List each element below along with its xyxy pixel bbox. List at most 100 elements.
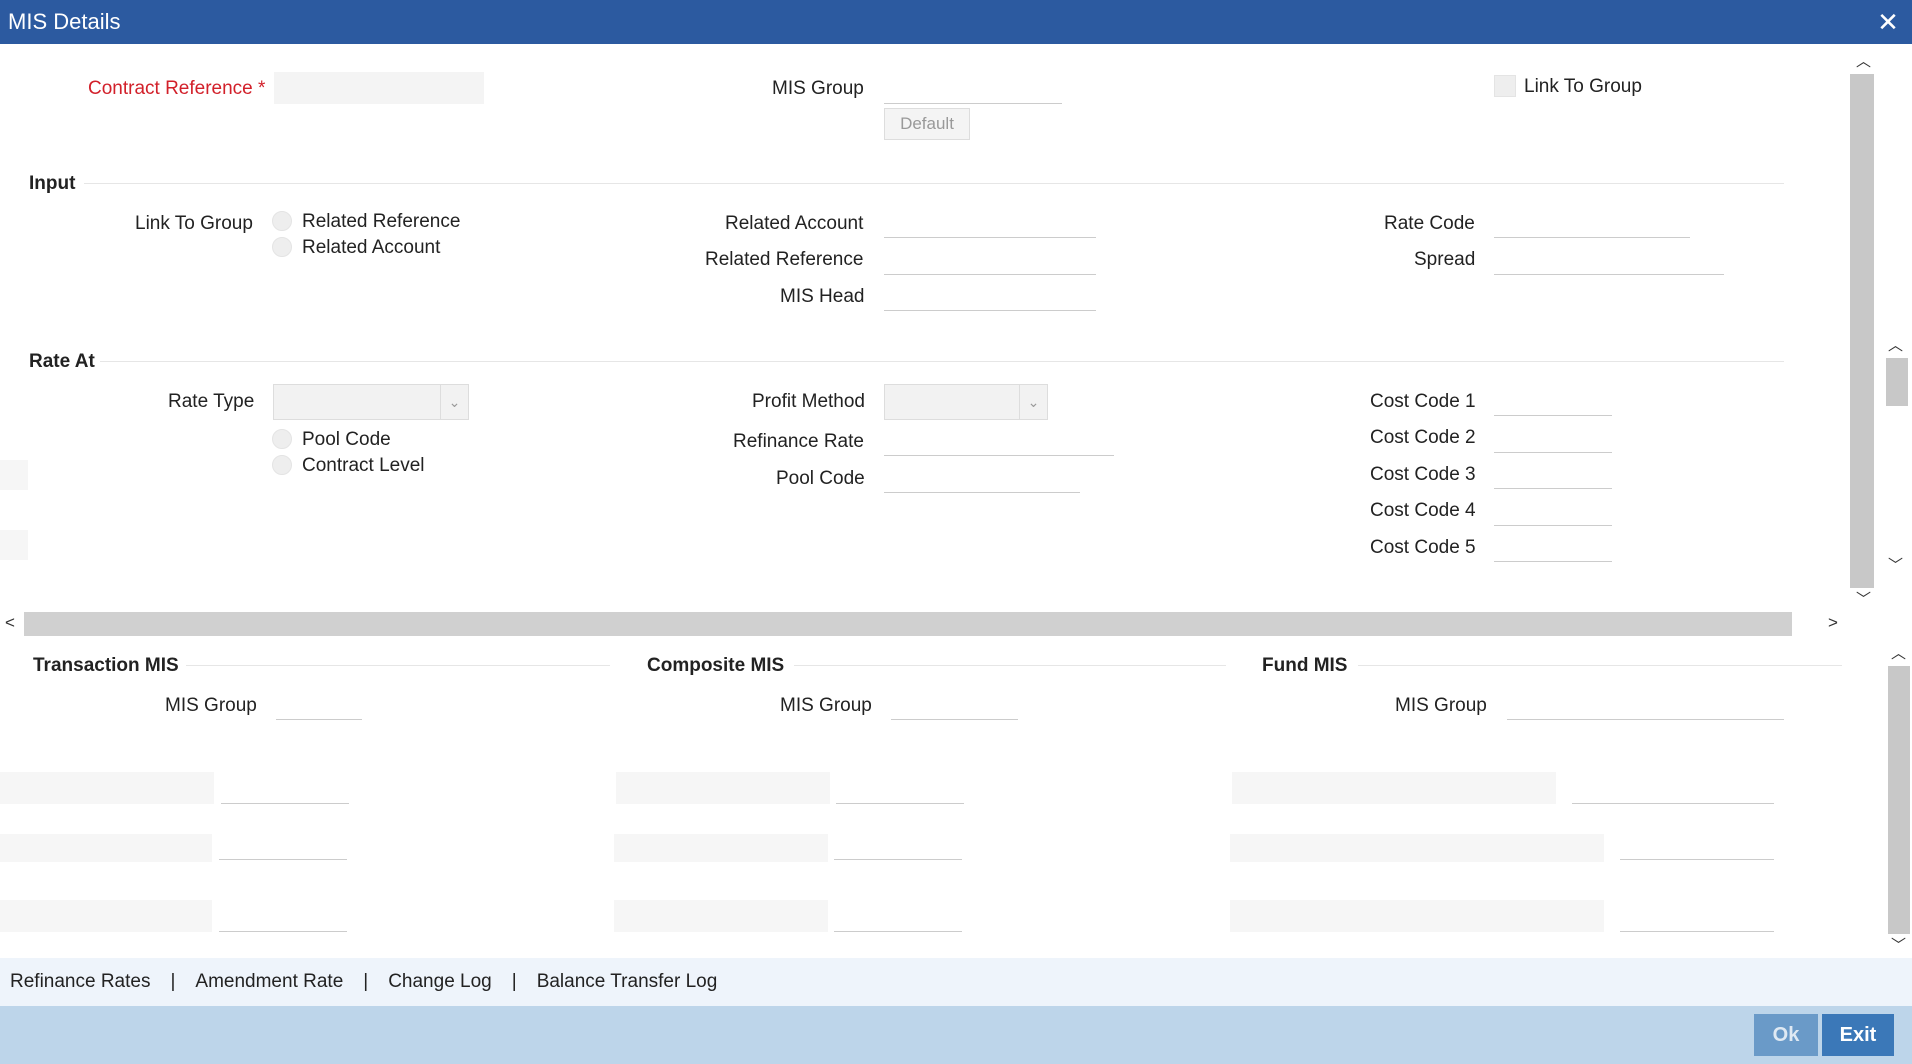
radio-pool-code[interactable] bbox=[272, 429, 292, 449]
rate-at-section-title: Rate At bbox=[29, 351, 95, 372]
composite-mis-field[interactable] bbox=[834, 900, 962, 932]
link-to-group-checkbox[interactable] bbox=[1494, 75, 1516, 97]
mis-group-label: MIS Group bbox=[772, 78, 864, 99]
ghost-block bbox=[616, 772, 830, 804]
ghost-block bbox=[1230, 834, 1604, 862]
cost-code-5-input[interactable] bbox=[1494, 530, 1612, 562]
default-button[interactable]: Default bbox=[884, 108, 970, 140]
window-title: MIS Details bbox=[8, 9, 121, 34]
mis-head-input[interactable] bbox=[884, 279, 1096, 311]
cost-code-2-input[interactable] bbox=[1494, 421, 1612, 453]
scroll-up-icon[interactable]: ︿ bbox=[1891, 642, 1906, 663]
outer-vertical-scrollbar[interactable]: ︿ ﹀ bbox=[1882, 332, 1910, 578]
scroll-up-icon[interactable]: ︿ bbox=[1856, 50, 1871, 71]
pool-code-input[interactable] bbox=[884, 461, 1080, 493]
refinance-rate-label: Refinance Rate bbox=[733, 431, 864, 452]
fund-mis-field[interactable] bbox=[1572, 772, 1774, 804]
link-to-group-label: Link To Group bbox=[135, 213, 253, 234]
radio-contract-level-label: Contract Level bbox=[302, 455, 425, 476]
fund-mis-group-label: MIS Group bbox=[1395, 695, 1487, 716]
rate-type-select[interactable]: ⌄ bbox=[273, 384, 469, 420]
refinance-rate-input[interactable] bbox=[884, 424, 1114, 456]
scroll-up-icon[interactable]: ︿ bbox=[1888, 334, 1903, 355]
composite-mis-title: Composite MIS bbox=[647, 655, 785, 676]
scroll-down-icon[interactable]: ﹀ bbox=[1856, 588, 1871, 609]
change-log-link[interactable]: Change Log bbox=[388, 971, 492, 993]
related-reference-label: Related Reference bbox=[705, 249, 864, 270]
radio-related-account-label: Related Account bbox=[302, 237, 441, 258]
related-reference-input[interactable] bbox=[884, 243, 1096, 275]
fund-mis-divider bbox=[1358, 665, 1842, 666]
window-titlebar: MIS Details ✕ bbox=[0, 0, 1912, 44]
ghost-block bbox=[0, 900, 212, 932]
ghost-block bbox=[614, 834, 828, 862]
related-account-label: Related Account bbox=[725, 213, 864, 234]
transaction-mis-group-label: MIS Group bbox=[165, 695, 257, 716]
ghost-block bbox=[0, 834, 212, 862]
bottom-action-bar bbox=[0, 1006, 1912, 1064]
cost-code-1-input[interactable] bbox=[1494, 384, 1612, 416]
related-account-input[interactable] bbox=[884, 206, 1096, 238]
fund-mis-field[interactable] bbox=[1620, 900, 1774, 932]
horizontal-scrollbar[interactable]: < > bbox=[0, 612, 1848, 636]
composite-mis-field[interactable] bbox=[836, 772, 964, 804]
link-separator: | bbox=[363, 971, 369, 992]
fund-mis-field[interactable] bbox=[1620, 828, 1774, 860]
close-icon[interactable]: ✕ bbox=[1872, 7, 1904, 38]
mis-group-input[interactable] bbox=[884, 72, 1062, 104]
fund-mis-title: Fund MIS bbox=[1262, 655, 1348, 676]
contract-reference-input[interactable] bbox=[274, 72, 484, 104]
radio-contract-level[interactable] bbox=[272, 455, 292, 475]
scroll-left-icon[interactable]: < bbox=[5, 613, 15, 633]
cost-code-1-label: Cost Code 1 bbox=[1370, 391, 1476, 412]
profit-method-select[interactable]: ⌄ bbox=[884, 384, 1048, 420]
balance-transfer-log-link[interactable]: Balance Transfer Log bbox=[537, 971, 718, 993]
lower-vertical-scrollbar[interactable]: ︿ ﹀ bbox=[1886, 640, 1912, 958]
cost-code-3-input[interactable] bbox=[1494, 457, 1612, 489]
amendment-rate-link[interactable]: Amendment Rate bbox=[195, 971, 343, 993]
footer-links-bar: Refinance Rates | Amendment Rate | Chang… bbox=[0, 958, 1912, 1006]
rate-code-input[interactable] bbox=[1494, 206, 1690, 238]
cost-code-3-label: Cost Code 3 bbox=[1370, 464, 1476, 485]
refinance-rates-link[interactable]: Refinance Rates bbox=[10, 971, 150, 993]
cost-code-4-input[interactable] bbox=[1494, 494, 1612, 526]
composite-mis-group-input[interactable] bbox=[891, 688, 1018, 720]
transaction-mis-title: Transaction MIS bbox=[33, 655, 179, 676]
composite-mis-divider bbox=[794, 665, 1226, 666]
scroll-down-icon[interactable]: ﹀ bbox=[1888, 554, 1903, 575]
scrollbar-thumb[interactable] bbox=[1886, 358, 1908, 406]
exit-button[interactable]: Exit bbox=[1822, 1014, 1894, 1056]
ghost-block bbox=[0, 460, 28, 490]
contract-reference-label: Contract Reference * bbox=[88, 78, 266, 99]
ghost-block bbox=[0, 530, 28, 560]
scroll-down-icon[interactable]: ﹀ bbox=[1891, 934, 1906, 955]
transaction-mis-group-input[interactable] bbox=[276, 688, 362, 720]
radio-related-account[interactable] bbox=[272, 237, 292, 257]
ok-button[interactable]: Ok bbox=[1754, 1014, 1818, 1056]
cost-code-5-label: Cost Code 5 bbox=[1370, 537, 1476, 558]
fund-mis-group-input[interactable] bbox=[1507, 688, 1784, 720]
spread-input[interactable] bbox=[1494, 243, 1724, 275]
radio-related-reference-label: Related Reference bbox=[302, 211, 461, 232]
transaction-mis-field[interactable] bbox=[221, 772, 349, 804]
composite-mis-field[interactable] bbox=[834, 828, 962, 860]
scrollbar-thumb[interactable] bbox=[24, 612, 1792, 636]
radio-related-reference[interactable] bbox=[272, 211, 292, 231]
ghost-block bbox=[0, 772, 214, 804]
ghost-block bbox=[1232, 772, 1556, 804]
radio-pool-code-label: Pool Code bbox=[302, 429, 391, 450]
chevron-down-icon: ⌄ bbox=[1019, 385, 1047, 419]
input-section-title: Input bbox=[29, 173, 76, 194]
cost-code-4-label: Cost Code 4 bbox=[1370, 500, 1476, 521]
scroll-right-icon[interactable]: > bbox=[1828, 613, 1838, 633]
link-separator: | bbox=[511, 971, 517, 992]
scrollbar-thumb[interactable] bbox=[1888, 666, 1910, 934]
link-to-group-checkbox-label: Link To Group bbox=[1524, 76, 1642, 97]
chevron-down-icon: ⌄ bbox=[440, 385, 468, 419]
transaction-mis-field[interactable] bbox=[219, 828, 347, 860]
transaction-mis-field[interactable] bbox=[219, 900, 347, 932]
upper-vertical-scrollbar[interactable]: ︿ ﹀ bbox=[1848, 48, 1878, 612]
scrollbar-thumb[interactable] bbox=[1850, 74, 1874, 588]
rate-at-section-divider bbox=[100, 361, 1784, 362]
composite-mis-group-label: MIS Group bbox=[780, 695, 872, 716]
